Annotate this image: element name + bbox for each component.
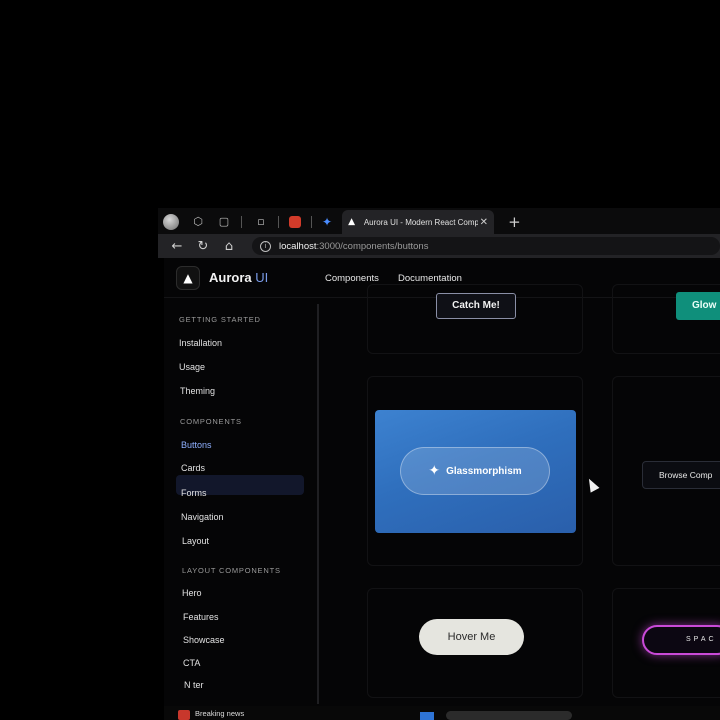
sidebar-section-layout-components: LAYOUT COMPONENTS [182,566,281,575]
url-host: localhost [279,240,317,252]
url-bar[interactable]: i localhost:3000/components/buttons [252,237,720,255]
pinned-red-tab-icon[interactable] [289,216,301,228]
aurora-logo-icon[interactable]: ▲ [176,266,200,290]
sidebar-item-features[interactable]: Features [183,612,219,622]
logo-suffix: UI [251,270,269,285]
sidebar-item-showcase[interactable]: Showcase [183,635,225,645]
sidebar-scrollbar[interactable] [317,304,319,704]
aurora-favicon-icon: ▲ [348,217,355,227]
tab-separator [278,216,279,228]
url-path: :3000/components/buttons [316,240,429,252]
close-icon[interactable]: ✕ [480,217,488,228]
hover-me-button[interactable]: Hover Me [419,619,524,655]
url-text[interactable]: localhost:3000/components/buttons [279,241,428,252]
copilot-icon[interactable]: ✦ [322,215,332,229]
nav-components[interactable]: Components [325,273,379,284]
home-icon[interactable]: ⌂ [222,239,236,254]
space-button[interactable]: SPAC [642,625,720,655]
mouse-cursor-icon [584,476,600,493]
back-icon[interactable]: ← [170,239,184,254]
glassmorphism-button[interactable]: ✦ Glassmorphism [400,447,550,495]
info-icon[interactable]: i [260,240,271,252]
sidebar-item-footer[interactable]: N ter [184,680,204,690]
sidebar-item-theming[interactable]: Theming [180,386,215,396]
browse-components-button[interactable]: Browse Comp [642,461,720,489]
news-widget-icon[interactable] [178,710,190,720]
sidebar-item-forms[interactable]: Forms [181,488,207,498]
tab-title: Aurora UI - Modern React Compo [363,217,478,227]
new-tab-button[interactable]: + [508,213,521,231]
taskbar-search[interactable] [446,711,572,720]
page-viewport: ▲ Aurora UI Components Documentation GET… [164,258,720,706]
sidebar-item-installation[interactable]: Installation [179,338,222,348]
sidebar-item-layout[interactable]: Layout [182,536,209,546]
glow-button[interactable]: Glow [676,292,720,320]
address-toolbar: ← ↻ ⌂ i localhost:3000/components/button… [158,234,720,258]
profile-avatar[interactable] [163,214,179,230]
workspaces-icon[interactable]: ⬡ [191,215,205,229]
sidebar-item-navigation[interactable]: Navigation [181,512,224,522]
browser-tab-strip: ⬡ ▢ ▫ ✦ ▲ Aurora UI - Modern React Compo… [158,208,720,236]
sparkle-icon: ✦ [428,463,441,479]
taskbar [164,706,720,720]
sidebar: GETTING STARTED Installation Usage Themi… [164,299,318,706]
logo-name: Aurora [209,270,252,285]
site-logo-text[interactable]: Aurora UI [209,270,268,285]
sidebar-section-getting-started: GETTING STARTED [179,315,261,324]
sidebar-item-hero[interactable]: Hero [182,588,202,598]
tab-aurora-ui[interactable]: ▲ Aurora UI - Modern React Compo ✕ [342,210,495,234]
sidebar-section-components: COMPONENTS [180,417,242,426]
sidebar-item-buttons[interactable]: Buttons [181,440,212,450]
pinned-tab-icon[interactable]: ▫ [254,215,268,229]
windows-start-icon[interactable] [420,712,434,720]
tab-separator [311,216,312,228]
news-widget-text[interactable]: Breaking news [195,709,244,718]
sidebar-item-usage[interactable]: Usage [179,362,205,372]
tab-actions-icon[interactable]: ▢ [217,215,231,229]
tab-separator [241,216,242,228]
glassmorphism-label: Glassmorphism [446,465,522,477]
nav-documentation[interactable]: Documentation [398,273,462,284]
catch-me-button[interactable]: Catch Me! [436,293,516,319]
refresh-icon[interactable]: ↻ [196,239,210,254]
sidebar-item-cards[interactable]: Cards [181,463,205,473]
sidebar-item-cta[interactable]: CTA [183,658,200,668]
